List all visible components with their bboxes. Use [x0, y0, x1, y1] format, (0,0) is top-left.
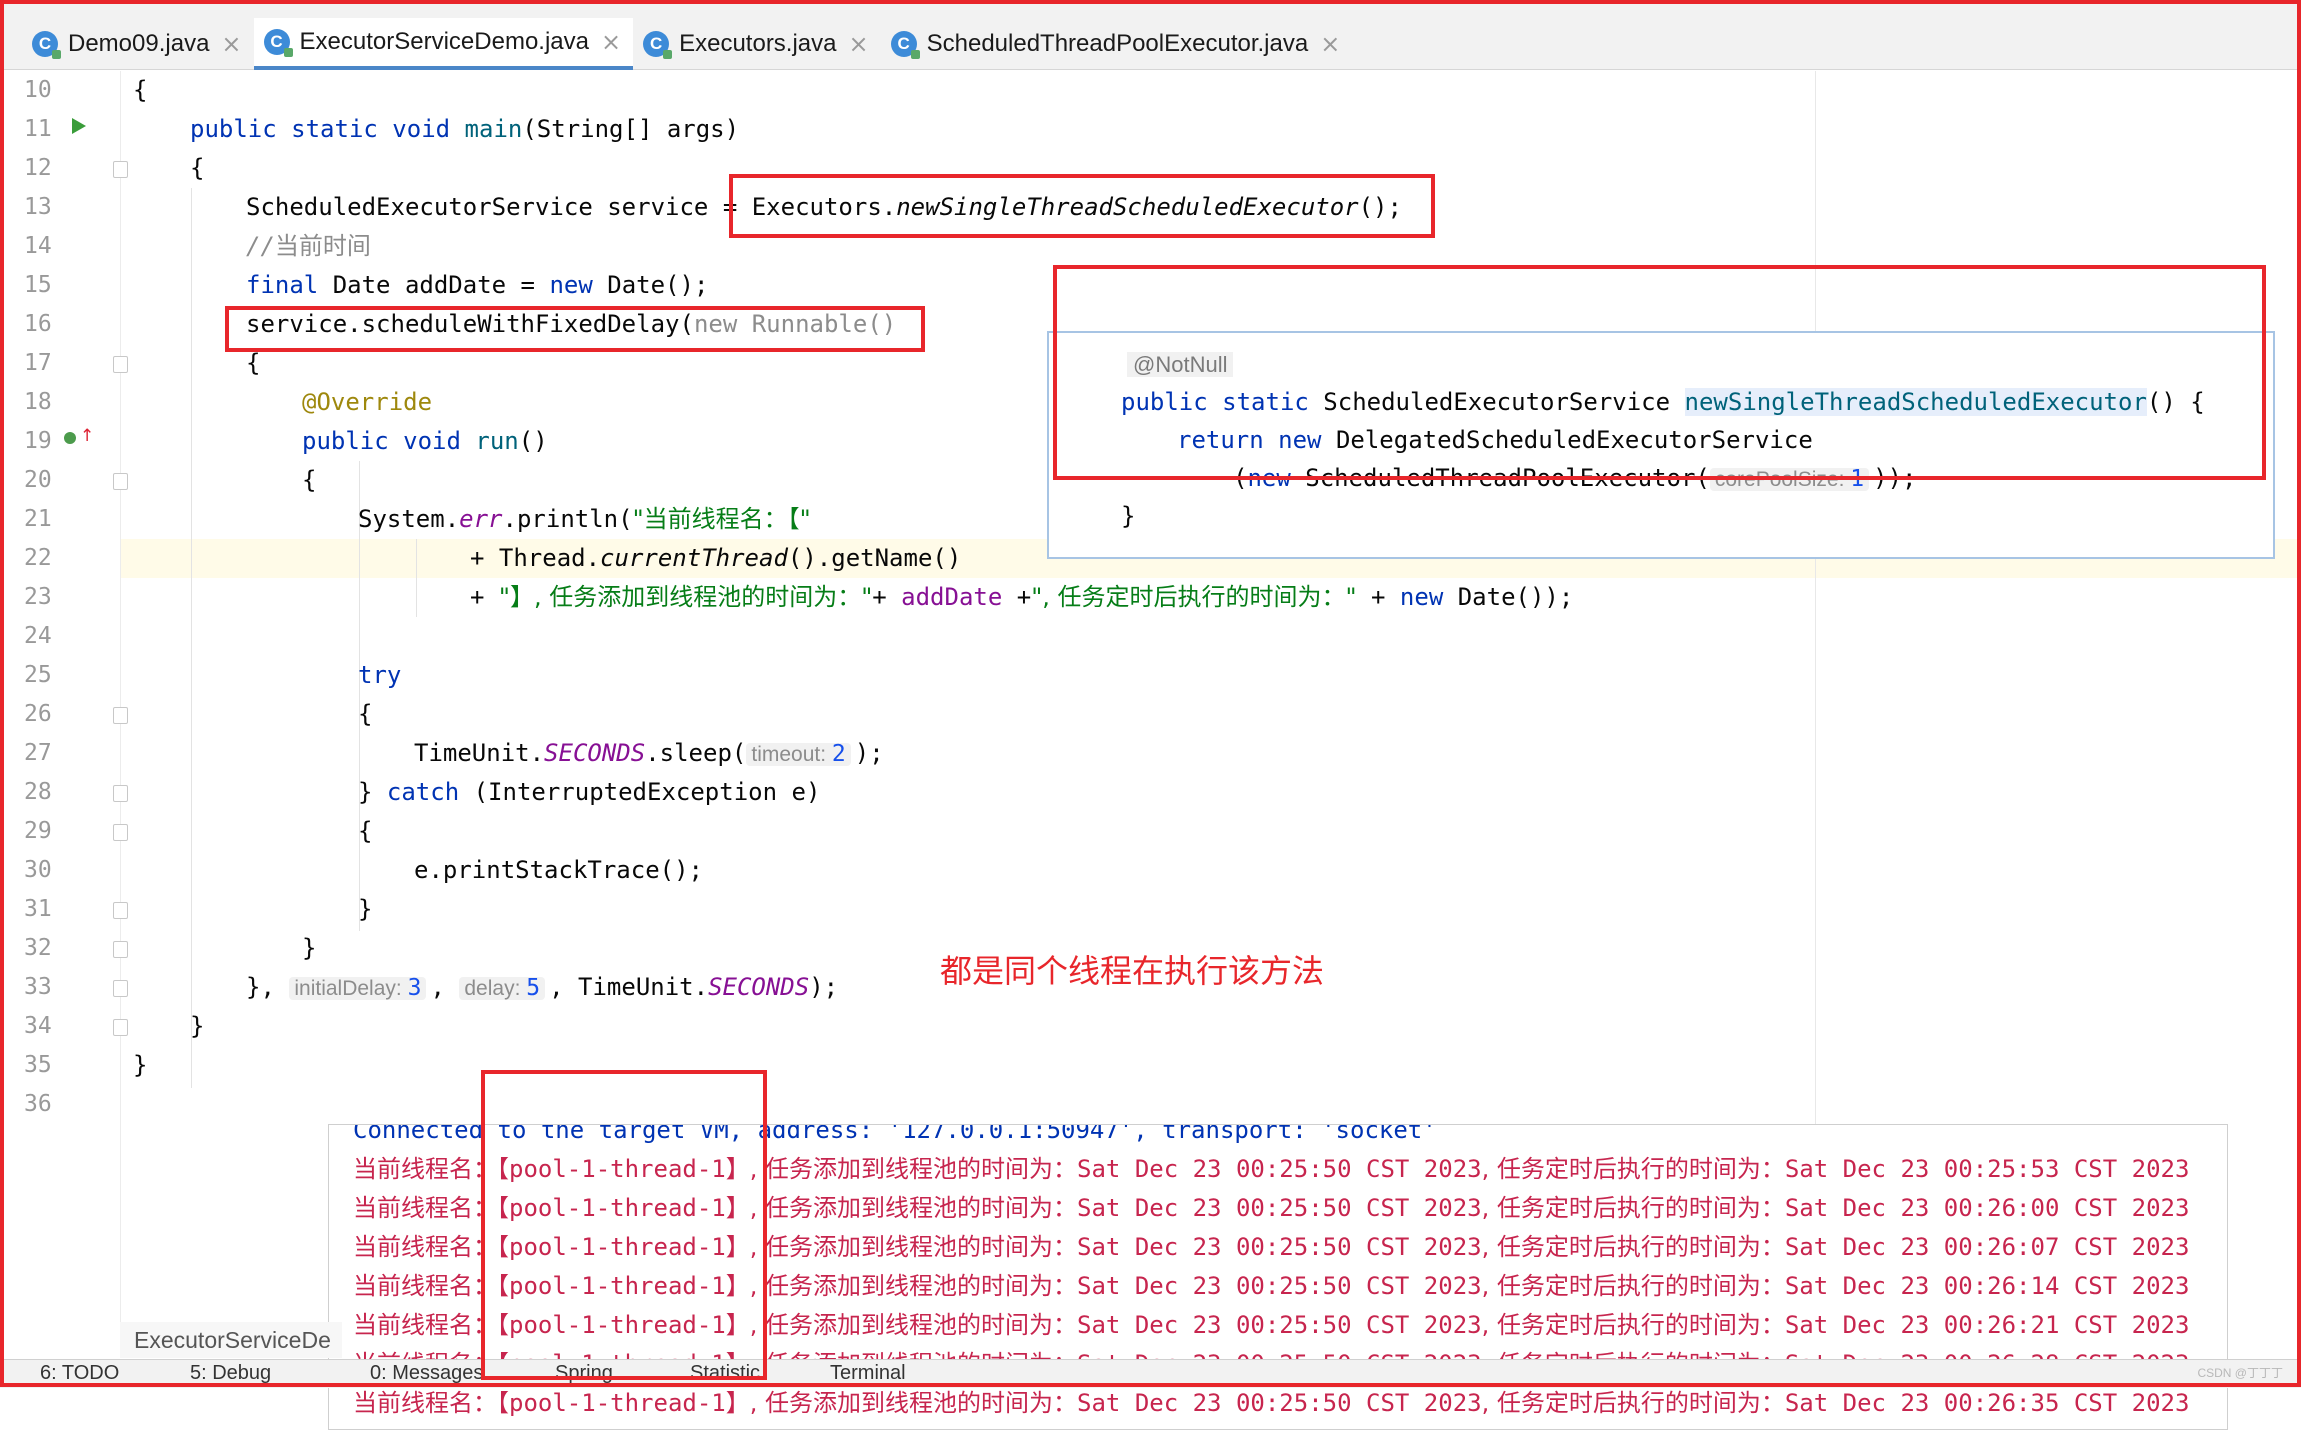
- highlight-box-executors-call: [729, 174, 1435, 238]
- watermark: CSDN @丁丁丁: [2197, 1366, 2283, 1380]
- annotation-note: 都是同个线程在执行该方法: [940, 952, 1325, 990]
- highlight-box-thread-names: [481, 1070, 767, 1380]
- highlight-box-popup: [1053, 265, 2266, 480]
- highlight-box-schedule-call: [225, 306, 925, 352]
- ide-window: C Demo09.java × C ExecutorServiceDemo.ja…: [0, 0, 2301, 1430]
- console-line: 当前线程名：【pool-1-thread-1】, 任务添加到线程池的时间为：Sa…: [353, 1389, 2190, 1417]
